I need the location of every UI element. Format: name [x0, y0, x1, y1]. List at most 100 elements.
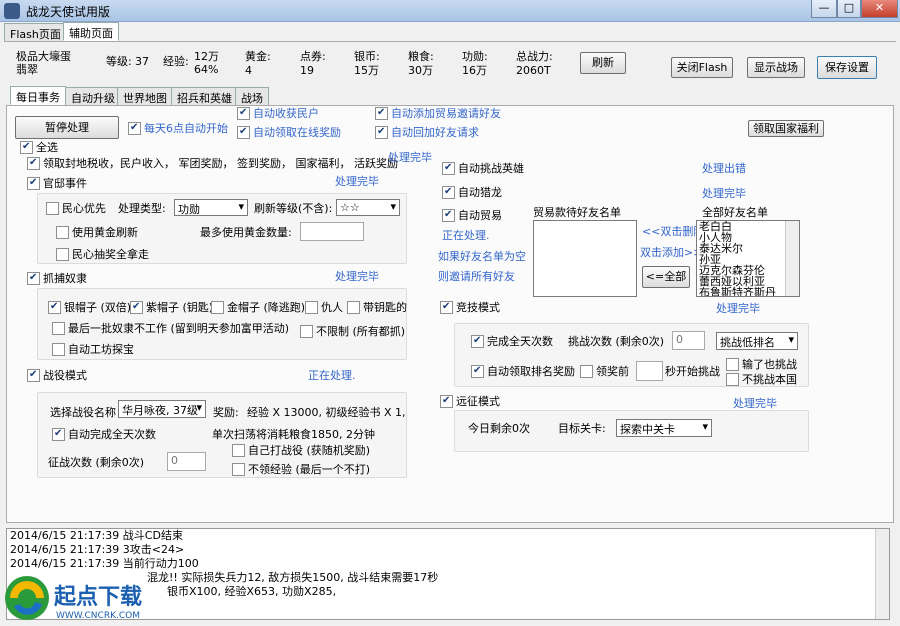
no-limit-checkbox[interactable]: 不限制 (所有都抓) [300, 325, 405, 338]
auto-complete-campaign-checkbox[interactable]: 自动完成全天次数 [52, 427, 156, 441]
status-done-2: 处理完毕 [335, 175, 379, 188]
auto-rank-reward-checkbox[interactable]: 自动领取排名奖励 [471, 364, 575, 378]
status-done-5: 处理完毕 [716, 302, 760, 315]
max-gold-input[interactable] [300, 222, 364, 241]
tab-flash-page[interactable]: Flash页面 [4, 23, 67, 42]
app-icon [4, 3, 20, 19]
log-line: 2014/6/15 21:17:39 3攻击<24> [10, 543, 185, 556]
tab-world-map[interactable]: 世界地图 [117, 87, 173, 106]
merit-label: 功勋: [462, 50, 488, 63]
refresh-button[interactable]: 刷新 [580, 52, 626, 74]
before-reward-checkbox[interactable]: 领奖前 [580, 365, 629, 378]
campaign-times-label: 征战次数 (剩余0次) [48, 456, 145, 469]
enemy-checkbox[interactable]: 仇人 [305, 301, 343, 314]
auto-start-6-checkbox[interactable]: 每天6点自动开始 [128, 121, 228, 135]
power-label: 总战力: [516, 50, 553, 63]
workshop-checkbox[interactable]: 自动工坊探宝 [52, 343, 134, 356]
online-reward-checkbox[interactable]: 自动领取在线奖励 [237, 125, 341, 139]
silver-label: 银币: [354, 50, 380, 63]
reply-friend-checkbox[interactable]: 自动回加好友请求 [375, 125, 479, 139]
hunt-dragon-checkbox[interactable]: 自动猎龙 [442, 185, 502, 199]
minimize-button[interactable]: — [811, 0, 837, 18]
add-trade-friend-checkbox[interactable]: 自动添加贸易邀请好友 [375, 106, 501, 120]
type-select[interactable]: 功勋 [174, 199, 248, 216]
watermark-swirl-icon [5, 576, 49, 620]
list-item[interactable]: 布鲁斯特齐斯丹 [697, 287, 799, 296]
challenge-times-label: 挑战次数 (剩余0次) [568, 335, 665, 348]
campaign-times-input[interactable]: 0 [167, 452, 206, 471]
status-processing-1: 正在处理. [308, 369, 356, 382]
auto-trade-checkbox[interactable]: 自动贸易 [442, 208, 502, 222]
pause-button[interactable]: 暂停处理 [15, 116, 119, 139]
purple-hat-checkbox[interactable]: 紫帽子 (钥匙) [130, 300, 213, 314]
title-bar: 战龙天使试用版 — □ ✕ [0, 0, 900, 22]
show-battle-button[interactable]: 显示战场 [747, 57, 805, 78]
refresh-level-label: 刷新等级(不含): [254, 202, 333, 215]
close-flash-button[interactable]: 关闭Flash [671, 57, 733, 78]
tab-auto-upgrade[interactable]: 自动升级 [65, 87, 121, 106]
tab-daily[interactable]: 每日事务 [10, 86, 66, 105]
campaign-select[interactable]: 华月咏夜, 37级 [118, 400, 206, 418]
sec-start-label: 秒开始挑战 [665, 365, 720, 378]
tab-battlefield[interactable]: 战场 [235, 87, 269, 106]
refresh-level-select[interactable]: ☆☆ [336, 199, 400, 216]
maximize-button[interactable]: □ [837, 0, 861, 18]
expedition-checkbox[interactable]: 远征模式 [440, 394, 500, 408]
status-done-3: 处理完毕 [335, 270, 379, 283]
log-scrollbar[interactable] [875, 529, 889, 619]
catch-slave-checkbox[interactable]: 抓捕奴隶 [27, 271, 87, 285]
food-value: 30万 [408, 64, 433, 77]
watermark-logo: 起点下载 WWW.CNCRK.COM [0, 566, 160, 626]
use-gold-refresh-checkbox[interactable]: 使用黄金刷新 [56, 226, 138, 239]
reward-text: 经验 X 13000, 初级经验书 X 1, [247, 406, 405, 419]
campaign-checkbox[interactable]: 战役模式 [27, 368, 87, 382]
last-slave-checkbox[interactable]: 最后一批奴隶不工作 (留到明天参加富甲活动) [52, 322, 289, 335]
power-value: 2060T [516, 64, 551, 77]
watermark-url: WWW.CNCRK.COM [56, 611, 140, 621]
trade-friend-list[interactable] [533, 220, 637, 297]
self-battle-checkbox[interactable]: 自己打战役 (获随机奖励) [232, 444, 370, 457]
lose-challenge-checkbox[interactable]: 输了也挑战 [726, 358, 797, 371]
trade-list-title: 贸易款待好友名单 [533, 206, 621, 219]
type-label: 处理类型: [118, 202, 166, 215]
mansion-checkbox[interactable]: 官邸事件 [27, 176, 87, 190]
select-all-checkbox[interactable]: 全选 [20, 140, 58, 154]
double-click-add[interactable]: 双击添加>> [640, 246, 702, 260]
save-settings-button[interactable]: 保存设置 [817, 56, 877, 79]
no-country-checkbox[interactable]: 不挑战本国 [726, 373, 797, 386]
nation-welfare-button[interactable]: 领取国家福利 [748, 120, 824, 137]
campaign-select-label: 选择战役名称 [50, 406, 116, 419]
silver-hat-checkbox[interactable]: 银帽子 (双倍) [48, 300, 131, 314]
challenge-hero-checkbox[interactable]: 自动挑战英雄 [442, 161, 524, 175]
char-rank: 翡翠 [16, 63, 38, 76]
before-reward-seconds-input[interactable] [636, 361, 663, 381]
tab-recruit-hero[interactable]: 招兵和英雄 [171, 87, 238, 106]
close-button[interactable]: ✕ [861, 0, 898, 18]
status-processing-2: 正在处理. [442, 229, 490, 242]
complete-all-arena-checkbox[interactable]: 完成全天次数 [471, 334, 553, 348]
tab-helper-page[interactable]: 辅助页面 [63, 22, 119, 41]
gold-label: 黄金: [245, 50, 271, 63]
collect-people-checkbox[interactable]: 自动收获民户 [237, 106, 319, 120]
add-all-button[interactable]: <=全部 [642, 266, 690, 288]
arena-checkbox[interactable]: 竞技模式 [440, 300, 500, 314]
exp-value: 12万 [194, 50, 219, 63]
status-done-4: 处理完毕 [702, 187, 746, 200]
log-line: 2014/6/15 21:17:39 战斗CD结束 [10, 529, 183, 542]
challenge-rank-select[interactable]: 挑战低排名 [716, 332, 798, 350]
friend-list-scrollbar[interactable] [785, 221, 799, 296]
collect-tax-checkbox[interactable]: 领取封地税收，民户收入， 军团奖励， 签到奖励， 国家福利， 活跃奖励 [27, 156, 398, 170]
no-exp-checkbox[interactable]: 不领经验 (最后一个不打) [232, 463, 370, 476]
coupon-label: 点券: [300, 50, 326, 63]
key-hat-checkbox[interactable]: 带钥匙的 [347, 301, 407, 314]
people-first-checkbox[interactable]: 民心优先 [46, 202, 106, 215]
today-left-label: 今日剩余0次 [468, 422, 530, 435]
target-select[interactable]: 探索中关卡 [616, 419, 712, 437]
challenge-times-input[interactable]: 0 [672, 331, 705, 350]
gold-value: 4 [245, 64, 252, 77]
merit-value: 16万 [462, 64, 487, 77]
people-lottery-checkbox[interactable]: 民心抽奖全拿走 [56, 248, 149, 261]
gold-hat-checkbox[interactable]: 金帽子 (降逃跑) [211, 301, 305, 314]
sweep-cost-text: 单次扫荡将消耗粮食1850, 2分钟 [212, 428, 375, 441]
all-friend-list[interactable]: 老白白 小人物 泰达米尔 孙亚 迈克尔森芬伦 蕾西娅以利亚 布鲁斯特齐斯丹 [696, 220, 800, 297]
